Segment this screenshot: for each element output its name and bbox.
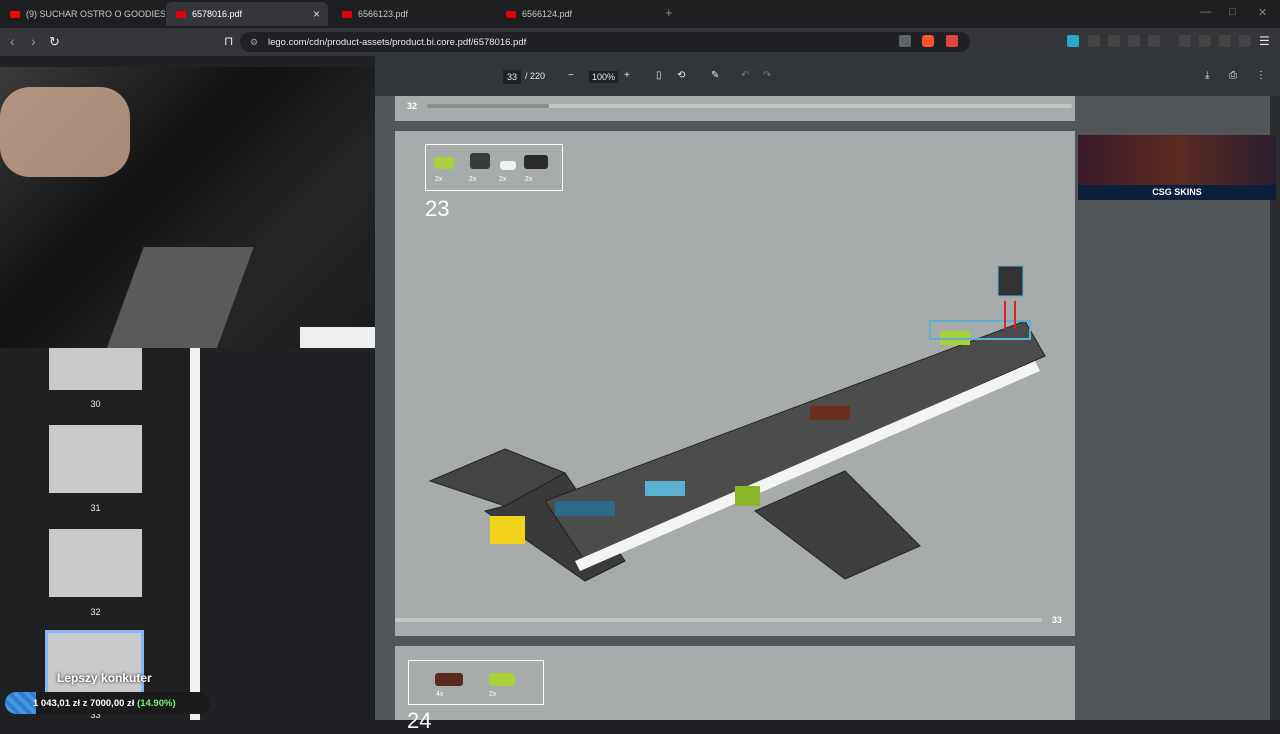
brave-shields-icon[interactable] bbox=[922, 35, 934, 47]
extension-icon[interactable] bbox=[1088, 35, 1100, 47]
extension-icon[interactable] bbox=[1148, 35, 1160, 47]
tab-pdf-6566124[interactable]: 6566124.pdf bbox=[496, 2, 656, 26]
part-green-plate bbox=[489, 673, 515, 686]
brave-rewards-icon[interactable] bbox=[946, 35, 958, 47]
paper bbox=[300, 327, 375, 348]
thumbnail-page-30[interactable] bbox=[49, 348, 142, 390]
thumbnail-label: 31 bbox=[90, 503, 101, 513]
tab-pdf-6566123[interactable]: 6566123.pdf bbox=[332, 2, 492, 26]
close-window-icon[interactable]: ✕ bbox=[1258, 6, 1267, 19]
webcam-overlay bbox=[0, 67, 375, 348]
total-pages: / 220 bbox=[525, 71, 546, 81]
bookmark-icon[interactable]: ⊓ bbox=[224, 34, 233, 48]
thumbnail-page-31[interactable] bbox=[49, 425, 142, 493]
progress-bar-fill bbox=[427, 104, 549, 108]
youtube-icon bbox=[10, 10, 20, 18]
sponsor-label: CSG SKINS bbox=[1078, 185, 1276, 200]
annotate-icon[interactable]: ✎ bbox=[711, 70, 719, 81]
extensions-puzzle-icon[interactable] bbox=[1128, 35, 1140, 47]
download-icon[interactable]: ⤓ bbox=[1205, 70, 1209, 81]
zoom-in-icon[interactable]: + bbox=[624, 70, 630, 81]
leo-ai-icon[interactable] bbox=[1219, 35, 1231, 47]
lego-pdf-icon bbox=[506, 10, 516, 18]
thumbnail-label: 30 bbox=[90, 399, 101, 409]
zoom-level[interactable]: 100% bbox=[589, 71, 619, 83]
menu-icon[interactable]: ☰ bbox=[1259, 34, 1270, 48]
part-qty: 2x bbox=[489, 691, 497, 698]
lego-pdf-icon bbox=[176, 10, 186, 18]
donation-text: 1 043,01 zł z 7000,00 zł (14.90%) bbox=[33, 698, 176, 709]
sidebar-scrollbar[interactable] bbox=[190, 348, 200, 720]
maximize-icon[interactable]: □ bbox=[1229, 6, 1236, 18]
part-qty: 2x bbox=[469, 176, 477, 183]
part-qty: 4x bbox=[436, 691, 444, 698]
zoom-out-icon[interactable]: − bbox=[568, 70, 574, 81]
donation-progress-fill bbox=[5, 692, 36, 714]
page-number: 33 bbox=[1052, 615, 1063, 625]
step-number: 23 bbox=[425, 196, 450, 221]
fit-page-icon[interactable]: ▯ bbox=[656, 70, 662, 81]
lego-build-illustration bbox=[428, 265, 1046, 582]
part-dark-plate bbox=[524, 155, 548, 169]
part-dark-bracket bbox=[470, 153, 490, 169]
lego-pdf-icon bbox=[342, 10, 352, 18]
tab-label: (9) SUCHAR OSTRO O GOODIES! OD bbox=[26, 9, 165, 19]
back-icon[interactable]: ‹ bbox=[10, 33, 15, 49]
sidebar-icon[interactable] bbox=[1179, 35, 1191, 47]
page-number: 32 bbox=[407, 101, 418, 111]
tab-bar: (9) SUCHAR OSTRO O GOODIES! OD 6578016.p… bbox=[0, 0, 1280, 28]
progress-bar bbox=[395, 618, 1042, 622]
hands bbox=[0, 87, 130, 177]
donation-percent: (14.90%) bbox=[137, 698, 176, 709]
close-tab-icon[interactable]: × bbox=[313, 7, 320, 21]
redo-icon[interactable]: ↷ bbox=[763, 70, 771, 81]
tab-label: 6566123.pdf bbox=[358, 9, 409, 19]
part-white-tile bbox=[500, 161, 516, 170]
page-number-input[interactable]: 33 bbox=[503, 70, 521, 84]
parts-callout: 2x 2x 2x 2x bbox=[425, 144, 563, 191]
donation-separator: z bbox=[80, 698, 91, 709]
sidebar-gap bbox=[200, 348, 375, 720]
donation-title: Lepszy konkuter bbox=[57, 671, 152, 685]
new-tab-icon[interactable]: + bbox=[665, 5, 673, 20]
tab-youtube[interactable]: (9) SUCHAR OSTRO O GOODIES! OD bbox=[0, 2, 165, 26]
pdf-page-current: 2x 2x 2x 2x 23 33 bbox=[395, 131, 1075, 636]
url-text: lego.com/cdn/product-assets/product.bi.c… bbox=[268, 36, 527, 48]
wallet-icon[interactable] bbox=[1199, 35, 1211, 47]
extension-icon[interactable] bbox=[1108, 35, 1120, 47]
part-green-plate bbox=[434, 157, 454, 169]
site-info-icon[interactable]: ⚙ bbox=[250, 37, 258, 48]
print-icon[interactable]: ⎙ bbox=[1229, 70, 1237, 81]
part-qty: 2x bbox=[499, 176, 507, 183]
share-icon[interactable] bbox=[899, 35, 911, 47]
lego-model bbox=[96, 247, 254, 348]
pdf-page-previous: 32 bbox=[395, 96, 1075, 121]
part-qty: 2x bbox=[435, 176, 443, 183]
extension-icon[interactable] bbox=[1067, 35, 1079, 47]
parts-callout: 4x 2x bbox=[408, 660, 544, 705]
undo-icon[interactable]: ↶ bbox=[741, 70, 749, 81]
more-options-icon[interactable]: ⋮ bbox=[1256, 70, 1266, 81]
thumbnail-page-32[interactable] bbox=[49, 529, 142, 597]
tab-label: 6578016.pdf bbox=[192, 9, 243, 19]
url-field[interactable]: ⚙ lego.com/cdn/product-assets/product.bi… bbox=[240, 32, 970, 52]
tab-label: 6566124.pdf bbox=[522, 9, 573, 19]
part-brown-plate bbox=[435, 673, 463, 686]
forward-icon[interactable]: › bbox=[31, 33, 36, 49]
tab-pdf-6578016[interactable]: 6578016.pdf × bbox=[166, 2, 328, 26]
rotate-icon[interactable]: ⟲ bbox=[677, 70, 685, 81]
pdf-page-next: 4x 2x 24 bbox=[395, 646, 1075, 733]
reload-icon[interactable]: ↻ bbox=[49, 34, 60, 50]
donation-goal: 7000,00 zł bbox=[90, 698, 135, 709]
vpn-icon[interactable] bbox=[1239, 35, 1251, 47]
thumbnail-label: 32 bbox=[90, 607, 101, 617]
step-number: 24 bbox=[407, 708, 432, 733]
part-qty: 2x bbox=[525, 176, 533, 183]
minimize-icon[interactable]: — bbox=[1200, 6, 1211, 18]
donation-amount: 1 043,01 zł bbox=[33, 698, 81, 709]
